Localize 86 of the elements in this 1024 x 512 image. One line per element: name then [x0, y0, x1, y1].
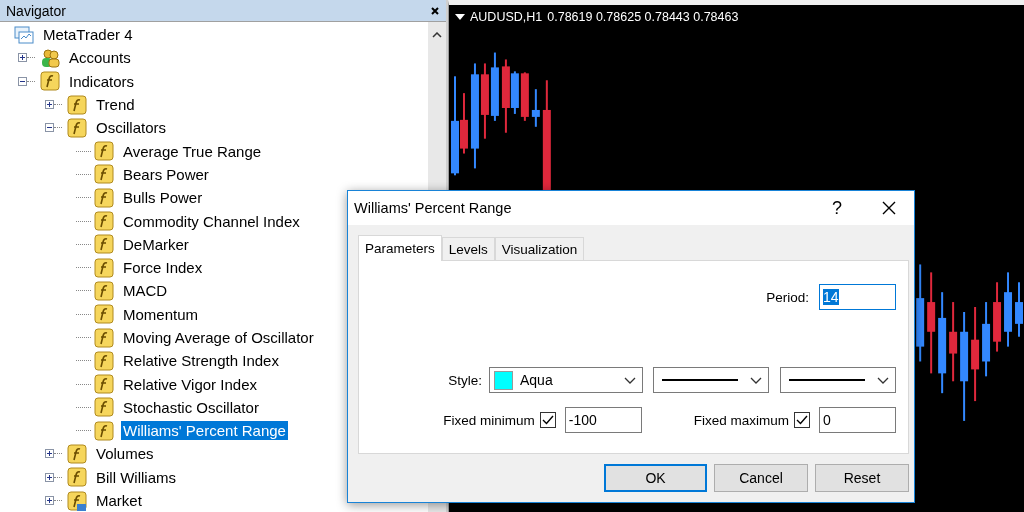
- dialog-title: Williams' Percent Range: [354, 200, 513, 216]
- color-dropdown[interactable]: Aqua: [489, 367, 643, 393]
- field-label: Style:: [448, 372, 482, 388]
- function-icon: [94, 187, 114, 208]
- function-icon: [94, 141, 114, 162]
- tree-item[interactable]: Momentum: [121, 304, 201, 324]
- function-icon: [94, 257, 114, 278]
- function-icon: [94, 280, 114, 301]
- users-icon: [40, 47, 60, 68]
- tree-item[interactable]: Trend: [94, 95, 137, 115]
- expand-icon[interactable]: [18, 53, 27, 63]
- expand-icon[interactable]: [45, 472, 54, 482]
- candle: [1015, 281, 1023, 338]
- tree-item[interactable]: Force Index: [121, 258, 205, 278]
- dialog-button[interactable]: Cancel: [714, 464, 808, 492]
- line-style-dropdown[interactable]: [780, 367, 896, 393]
- tree-item[interactable]: Bears Power: [121, 164, 211, 184]
- field-label: Period:: [766, 289, 809, 305]
- tree-item[interactable]: Indicators: [67, 71, 137, 91]
- chart-window-icon: [14, 24, 34, 45]
- tree-item[interactable]: Average True Range: [121, 141, 264, 161]
- expand-icon[interactable]: [45, 449, 54, 459]
- checkbox-label: Fixed minimum: [443, 412, 535, 428]
- collapse-icon[interactable]: [18, 76, 27, 86]
- tree-item[interactable]: Relative Vigor Index: [121, 374, 259, 394]
- candle: [490, 51, 499, 122]
- help-button[interactable]: ?: [822, 197, 852, 219]
- function-icon: [67, 467, 87, 488]
- function-icon: [67, 117, 87, 138]
- tree-item[interactable]: Relative Strength Index: [121, 351, 281, 371]
- dialog-button[interactable]: OK: [604, 464, 707, 492]
- dropdown-icon[interactable]: [455, 14, 465, 20]
- function-icon: [94, 211, 114, 231]
- scroll-up-icon[interactable]: [432, 32, 442, 38]
- function-icon: [94, 164, 114, 185]
- tree-item[interactable]: Williams' Percent Range: [121, 421, 288, 441]
- function-icon: [94, 397, 114, 418]
- function-icon: [94, 374, 114, 395]
- candle: [993, 281, 1002, 353]
- expand-icon[interactable]: [45, 496, 54, 506]
- tab[interactable]: Visualization: [494, 237, 585, 260]
- tree-item[interactable]: MACD: [121, 281, 170, 301]
- input-field[interactable]: 14: [819, 284, 896, 310]
- tree-item[interactable]: Bulls Power: [121, 188, 205, 208]
- candle: [531, 88, 540, 128]
- checkbox-label: Fixed maximum: [693, 412, 789, 428]
- chevron-icon: [750, 376, 762, 384]
- input-field[interactable]: -100: [564, 407, 642, 433]
- dialog-button[interactable]: Reset: [815, 464, 909, 492]
- panel-title: Navigator: [6, 2, 66, 19]
- tree-item[interactable]: Market: [94, 491, 144, 511]
- tab[interactable]: Levels: [441, 237, 495, 260]
- tree-item[interactable]: MetaTrader 4: [41, 25, 135, 45]
- function-icon: [67, 94, 87, 115]
- function-icon: [94, 304, 114, 325]
- tree-item[interactable]: DeMarker: [121, 234, 191, 254]
- input-field[interactable]: 0: [819, 407, 896, 433]
- function-icon: [94, 420, 114, 441]
- function-icon: [94, 350, 114, 371]
- chart-prices: 0.78619 0.78625 0.78443 0.78463: [547, 10, 739, 24]
- checkbox[interactable]: [539, 412, 556, 428]
- close-icon[interactable]: [882, 201, 896, 215]
- function-icon: [40, 71, 60, 92]
- collapse-icon[interactable]: [45, 123, 54, 133]
- tree-item[interactable]: Volumes: [94, 444, 156, 464]
- line-sample-icon: [662, 379, 738, 381]
- tree-item[interactable]: Stochastic Oscillator: [121, 397, 261, 417]
- function-icon: [94, 234, 114, 255]
- tree-item[interactable]: Oscillators: [94, 118, 168, 138]
- expand-icon[interactable]: [45, 100, 54, 110]
- chevron-icon: [877, 376, 889, 384]
- line-width-dropdown[interactable]: [653, 367, 769, 393]
- chevron-icon: [624, 376, 636, 384]
- tree-item[interactable]: Bill Williams: [94, 467, 178, 487]
- chart-symbol: AUDUSD,H1: [470, 10, 543, 24]
- checkbox[interactable]: [794, 412, 810, 428]
- candle: [520, 71, 529, 122]
- close-icon[interactable]: [430, 5, 440, 16]
- function-icon: [94, 327, 114, 348]
- tree-item[interactable]: Accounts: [67, 48, 133, 68]
- tree-item[interactable]: Moving Average of Oscillator: [121, 328, 316, 347]
- tab[interactable]: Parameters: [358, 235, 442, 261]
- line-sample-icon: [789, 379, 865, 381]
- function-cart-icon: [67, 490, 87, 511]
- tree-item[interactable]: Commodity Channel Index: [121, 211, 302, 231]
- function-icon: [67, 444, 87, 464]
